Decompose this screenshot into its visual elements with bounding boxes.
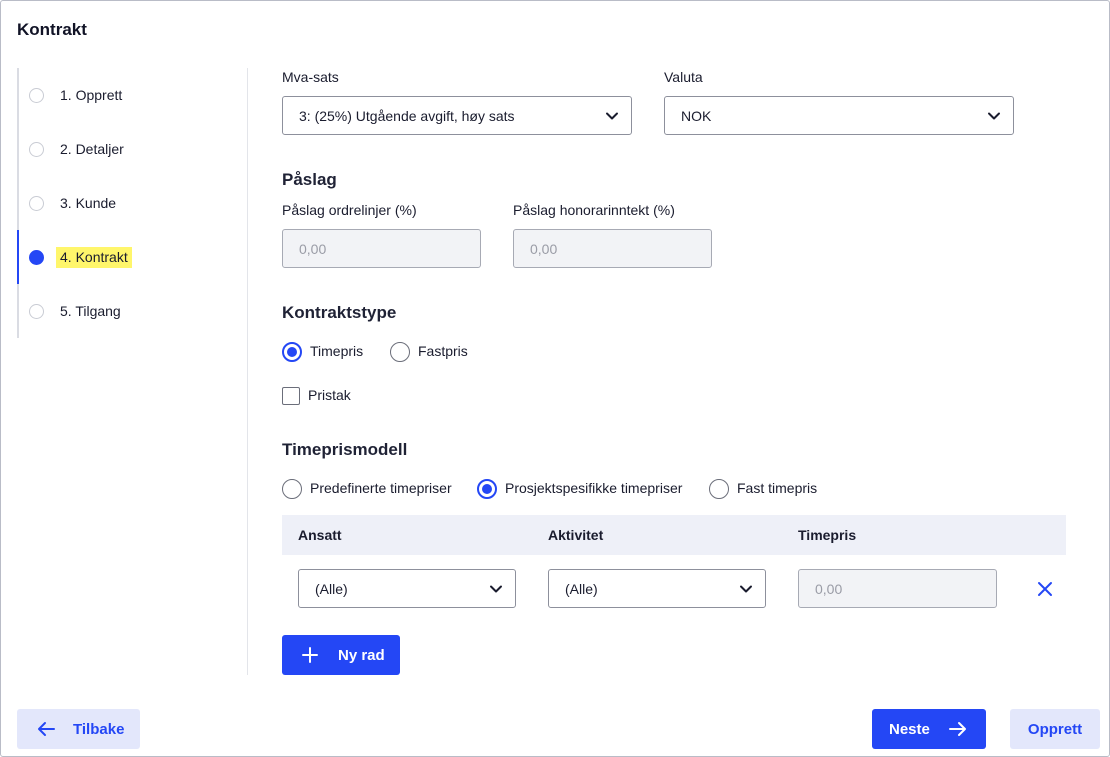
back-label: Tilbake — [73, 720, 125, 738]
radio-fast-timepris-label[interactable]: Fast timepris — [737, 480, 817, 496]
step-tilgang[interactable]: 5. Tilgang — [17, 284, 217, 338]
radio-timepris-label[interactable]: Timepris — [310, 343, 363, 359]
plus-icon — [302, 647, 318, 663]
step-detaljer[interactable]: 2. Detaljer — [17, 122, 217, 176]
radio-predefinerte-label[interactable]: Predefinerte timepriser — [310, 480, 452, 496]
aktivitet-select[interactable]: (Alle) — [548, 569, 766, 608]
col-aktivitet: Aktivitet — [548, 527, 604, 543]
col-ansatt: Ansatt — [298, 527, 342, 543]
kontraktstype-heading: Kontraktstype — [282, 303, 397, 322]
radio-timepris[interactable] — [282, 342, 302, 362]
divider — [247, 68, 248, 675]
step-dot — [29, 141, 44, 157]
table-header: Ansatt Aktivitet Timepris — [282, 515, 1066, 555]
step-opprett[interactable]: 1. Opprett — [17, 68, 217, 122]
step-kunde[interactable]: 3. Kunde — [17, 176, 217, 230]
back-button[interactable]: Tilbake — [17, 709, 140, 749]
mva-value: 3: (25%) Utgående avgift, høy sats — [299, 107, 515, 124]
radio-prosjektspesifikke-label[interactable]: Prosjektspesifikke timepriser — [505, 480, 682, 496]
step-label: 5. Tilgang — [60, 303, 121, 319]
create-label: Opprett — [1027, 720, 1083, 738]
paaslag-honorar-input[interactable]: 0,00 — [513, 229, 712, 268]
radio-fast-timepris[interactable] — [709, 479, 729, 499]
create-button[interactable]: Opprett — [1010, 709, 1100, 749]
page-title: Kontrakt — [17, 20, 87, 39]
pristak-label[interactable]: Pristak — [308, 387, 351, 403]
valuta-label: Valuta — [664, 69, 703, 85]
paaslag-ordrelinjer-label: Påslag ordrelinjer (%) — [282, 202, 417, 218]
valuta-value: NOK — [681, 107, 712, 124]
add-row-label: Ny rad — [338, 646, 385, 664]
pristak-checkbox[interactable] — [282, 387, 300, 405]
ansatt-select[interactable]: (Alle) — [298, 569, 516, 608]
active-step-indicator — [17, 230, 19, 284]
close-icon[interactable] — [1034, 578, 1056, 600]
dialog: Kontrakt 1. Opprett 2. Detaljer 3. Kunde… — [0, 0, 1110, 757]
radio-predefinerte[interactable] — [282, 479, 302, 499]
paaslag-ordrelinjer-input[interactable]: 0,00 — [282, 229, 481, 268]
add-row-button[interactable]: Ny rad — [282, 635, 400, 675]
ansatt-value: (Alle) — [315, 580, 348, 597]
step-dot — [29, 195, 44, 211]
timepris-input[interactable]: 0,00 — [798, 569, 997, 608]
step-label: 1. Opprett — [60, 87, 123, 103]
mva-label: Mva-sats — [282, 69, 339, 85]
next-button[interactable]: Neste — [872, 709, 986, 749]
step-dot-active — [29, 249, 44, 265]
step-kontrakt[interactable]: 4. Kontrakt — [17, 230, 217, 284]
chevron-down-icon — [740, 585, 752, 593]
radio-fastpris-label[interactable]: Fastpris — [418, 343, 468, 359]
step-dot — [29, 87, 44, 103]
step-dot — [29, 303, 44, 319]
step-label: 3. Kunde — [60, 195, 117, 211]
arrow-right-icon — [949, 722, 966, 736]
step-label: 2. Detaljer — [60, 141, 124, 157]
radio-fastpris[interactable] — [390, 342, 410, 362]
valuta-select[interactable]: NOK — [664, 96, 1014, 135]
chevron-down-icon — [606, 112, 618, 120]
timeprismodell-heading: Timeprismodell — [282, 440, 408, 459]
next-label: Neste — [889, 720, 930, 738]
chevron-down-icon — [490, 585, 502, 593]
paaslag-honorar-label: Påslag honorarinntekt (%) — [513, 202, 675, 218]
chevron-down-icon — [988, 112, 1000, 120]
step-label: 4. Kontrakt — [56, 246, 132, 268]
radio-prosjektspesifikke[interactable] — [477, 479, 497, 499]
paaslag-heading: Påslag — [282, 170, 337, 189]
arrow-left-icon — [38, 722, 55, 736]
col-timepris: Timepris — [798, 527, 857, 543]
aktivitet-value: (Alle) — [565, 580, 598, 597]
mva-select[interactable]: 3: (25%) Utgående avgift, høy sats — [282, 96, 632, 135]
